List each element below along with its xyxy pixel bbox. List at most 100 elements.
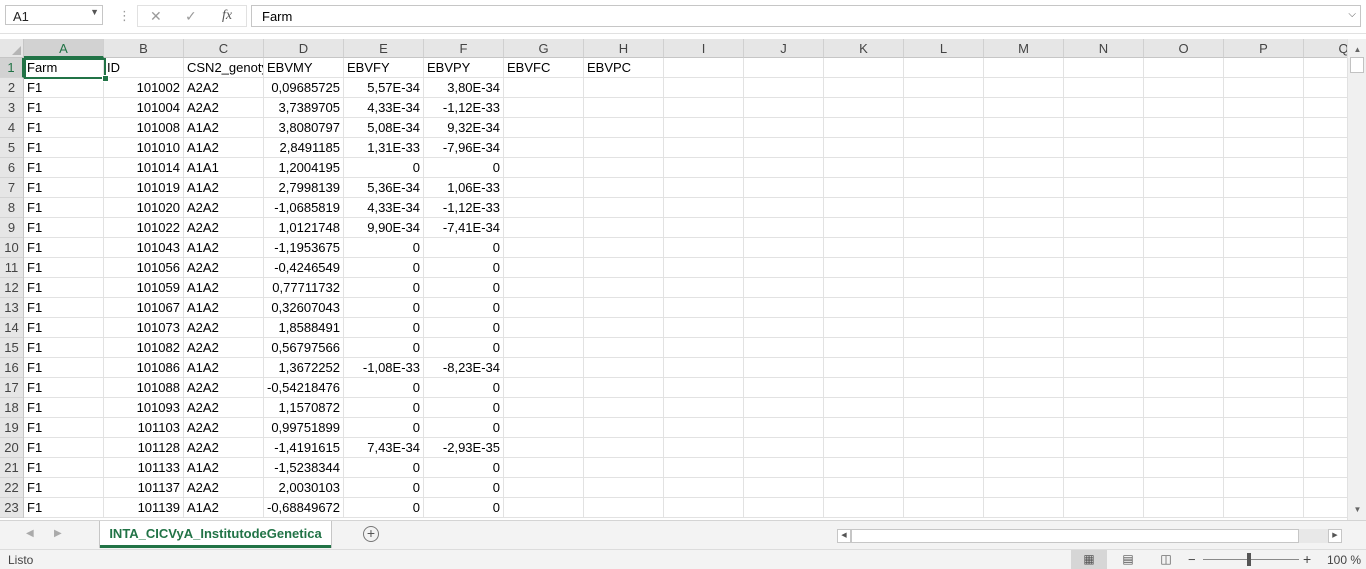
- cell-e4[interactable]: 5,08E-34: [344, 118, 424, 138]
- cell-l5[interactable]: [904, 138, 984, 158]
- cell-f3[interactable]: -1,12E-33: [424, 98, 504, 118]
- cell-j22[interactable]: [744, 478, 824, 498]
- cell-c4[interactable]: A1A2: [184, 118, 264, 138]
- cell-c2[interactable]: A2A2: [184, 78, 264, 98]
- cell-c11[interactable]: A2A2: [184, 258, 264, 278]
- cell-m6[interactable]: [984, 158, 1064, 178]
- cell-n5[interactable]: [1064, 138, 1144, 158]
- cell-k18[interactable]: [824, 398, 904, 418]
- cell-a3[interactable]: F1: [24, 98, 104, 118]
- cell-b7[interactable]: 101019: [104, 178, 184, 198]
- zoom-in-icon[interactable]: +: [1303, 551, 1311, 567]
- cell-d5[interactable]: 2,8491185: [264, 138, 344, 158]
- cell-m21[interactable]: [984, 458, 1064, 478]
- cell-c5[interactable]: A1A2: [184, 138, 264, 158]
- cell-k10[interactable]: [824, 238, 904, 258]
- cell-n8[interactable]: [1064, 198, 1144, 218]
- cell-h14[interactable]: [584, 318, 664, 338]
- row-header-11[interactable]: 11: [0, 258, 24, 278]
- cell-k22[interactable]: [824, 478, 904, 498]
- previous-sheet-icon[interactable]: ◀: [26, 528, 34, 539]
- cell-q3[interactable]: [1304, 98, 1347, 118]
- cell-e11[interactable]: 0: [344, 258, 424, 278]
- cell-i12[interactable]: [664, 278, 744, 298]
- cell-i14[interactable]: [664, 318, 744, 338]
- cancel-icon[interactable]: ✕: [150, 8, 162, 25]
- column-header-k[interactable]: K: [824, 39, 904, 58]
- cell-o6[interactable]: [1144, 158, 1224, 178]
- cell-a16[interactable]: F1: [24, 358, 104, 378]
- cell-h3[interactable]: [584, 98, 664, 118]
- cell-m23[interactable]: [984, 498, 1064, 518]
- cell-l3[interactable]: [904, 98, 984, 118]
- cell-o23[interactable]: [1144, 498, 1224, 518]
- cell-e10[interactable]: 0: [344, 238, 424, 258]
- cell-h8[interactable]: [584, 198, 664, 218]
- cell-q12[interactable]: [1304, 278, 1347, 298]
- cell-l20[interactable]: [904, 438, 984, 458]
- cell-q9[interactable]: [1304, 218, 1347, 238]
- cell-o3[interactable]: [1144, 98, 1224, 118]
- cell-a6[interactable]: F1: [24, 158, 104, 178]
- cell-q14[interactable]: [1304, 318, 1347, 338]
- cell-a17[interactable]: F1: [24, 378, 104, 398]
- cell-a21[interactable]: F1: [24, 458, 104, 478]
- cell-c12[interactable]: A1A2: [184, 278, 264, 298]
- cell-h18[interactable]: [584, 398, 664, 418]
- cell-e13[interactable]: 0: [344, 298, 424, 318]
- scroll-down-icon[interactable]: ▼: [1350, 502, 1365, 517]
- cell-d3[interactable]: 3,7389705: [264, 98, 344, 118]
- cell-a1[interactable]: Farm: [24, 58, 104, 78]
- cell-j18[interactable]: [744, 398, 824, 418]
- cell-n19[interactable]: [1064, 418, 1144, 438]
- cell-q16[interactable]: [1304, 358, 1347, 378]
- cell-k23[interactable]: [824, 498, 904, 518]
- chevron-down-icon[interactable]: ⌵: [1348, 9, 1356, 20]
- cell-k19[interactable]: [824, 418, 904, 438]
- cell-a8[interactable]: F1: [24, 198, 104, 218]
- cell-e17[interactable]: 0: [344, 378, 424, 398]
- row-header-18[interactable]: 18: [0, 398, 24, 418]
- cell-n9[interactable]: [1064, 218, 1144, 238]
- cell-l22[interactable]: [904, 478, 984, 498]
- cell-f4[interactable]: 9,32E-34: [424, 118, 504, 138]
- cell-k2[interactable]: [824, 78, 904, 98]
- cell-o5[interactable]: [1144, 138, 1224, 158]
- column-header-q[interactable]: Q: [1304, 39, 1347, 58]
- cell-q18[interactable]: [1304, 398, 1347, 418]
- cell-e21[interactable]: 0: [344, 458, 424, 478]
- cell-h5[interactable]: [584, 138, 664, 158]
- cell-j1[interactable]: [744, 58, 824, 78]
- cell-d23[interactable]: -0,68849672: [264, 498, 344, 518]
- cell-a13[interactable]: F1: [24, 298, 104, 318]
- cell-q2[interactable]: [1304, 78, 1347, 98]
- row-header-20[interactable]: 20: [0, 438, 24, 458]
- cell-g13[interactable]: [504, 298, 584, 318]
- row-header-22[interactable]: 22: [0, 478, 24, 498]
- cell-k21[interactable]: [824, 458, 904, 478]
- cell-o10[interactable]: [1144, 238, 1224, 258]
- cell-j9[interactable]: [744, 218, 824, 238]
- cell-g21[interactable]: [504, 458, 584, 478]
- cell-d8[interactable]: -1,0685819: [264, 198, 344, 218]
- cell-i3[interactable]: [664, 98, 744, 118]
- cell-n12[interactable]: [1064, 278, 1144, 298]
- cell-k4[interactable]: [824, 118, 904, 138]
- cell-c1[interactable]: CSN2_genotype: [184, 58, 264, 78]
- cell-h20[interactable]: [584, 438, 664, 458]
- cell-b3[interactable]: 101004: [104, 98, 184, 118]
- cell-f19[interactable]: 0: [424, 418, 504, 438]
- row-header-7[interactable]: 7: [0, 178, 24, 198]
- cell-j4[interactable]: [744, 118, 824, 138]
- cell-i16[interactable]: [664, 358, 744, 378]
- cell-e22[interactable]: 0: [344, 478, 424, 498]
- cell-n2[interactable]: [1064, 78, 1144, 98]
- column-header-a[interactable]: A: [24, 39, 104, 58]
- cell-a14[interactable]: F1: [24, 318, 104, 338]
- column-header-i[interactable]: I: [664, 39, 744, 58]
- cell-p10[interactable]: [1224, 238, 1304, 258]
- fill-handle[interactable]: [102, 75, 109, 82]
- cell-i5[interactable]: [664, 138, 744, 158]
- cell-d19[interactable]: 0,99751899: [264, 418, 344, 438]
- cell-n7[interactable]: [1064, 178, 1144, 198]
